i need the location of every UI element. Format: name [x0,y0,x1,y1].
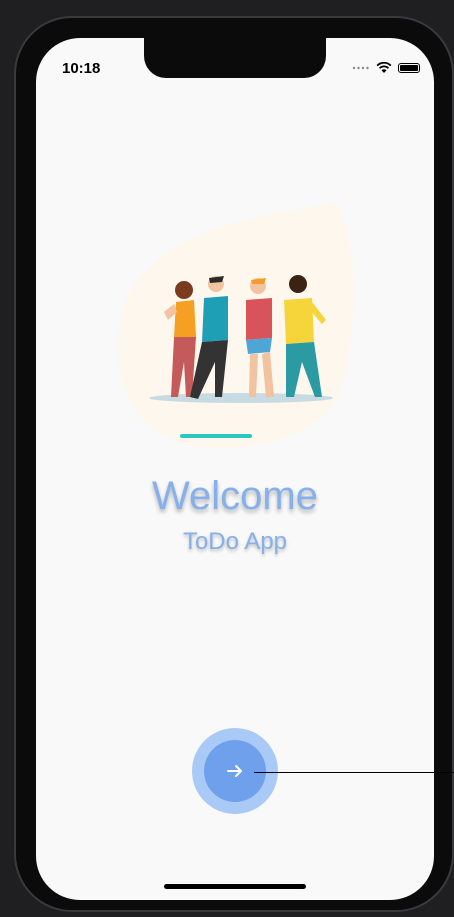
next-button-inner[interactable] [204,740,266,802]
home-indicator [164,884,306,889]
notch [144,38,326,78]
battery-icon [398,63,420,73]
app-name-subtitle: ToDo App [182,528,288,555]
annotation-line [254,772,454,773]
status-time: 10:18 [62,60,101,77]
status-icons [352,62,420,74]
welcome-title: Welcome [152,474,318,518]
app-screen: 10:18 Welcome ToDo App [36,38,434,900]
signal-icon [352,66,369,70]
wifi-icon [376,62,392,73]
arrow-right-icon [227,765,242,777]
next-button[interactable] [192,728,278,814]
people-illustration [117,202,354,449]
